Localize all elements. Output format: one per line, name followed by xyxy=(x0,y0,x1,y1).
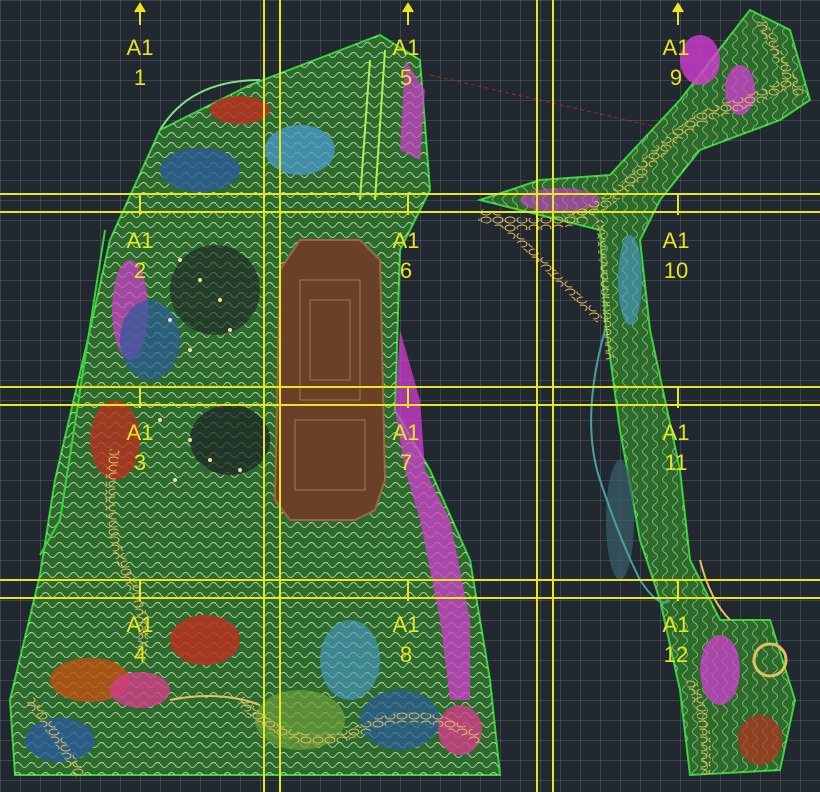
sheet-label-6: A1 6 xyxy=(386,226,426,286)
sheet-number: 12 xyxy=(663,642,689,667)
sheet-code: A1 xyxy=(392,612,420,637)
sheet-label-11: A1 11 xyxy=(656,418,696,478)
sheet-number: 11 xyxy=(664,450,688,475)
sheet-number: 3 xyxy=(133,450,147,475)
sheet-number: 5 xyxy=(399,65,413,90)
sheet-code: A1 xyxy=(126,420,154,445)
sheet-code: A1 xyxy=(126,228,154,253)
sheet-label-3: A1 3 xyxy=(120,418,160,478)
sheet-number: 7 xyxy=(399,450,413,475)
sheet-code: A1 xyxy=(392,228,420,253)
sheet-code: A1 xyxy=(662,228,690,253)
sheet-code: A1 xyxy=(662,35,690,60)
sheet-number: 10 xyxy=(663,258,689,283)
sheet-label-2: A1 2 xyxy=(120,226,160,286)
sheet-code: A1 xyxy=(392,35,420,60)
sheet-label-4: A1 4 xyxy=(120,610,160,670)
sheet-label-12: A1 12 xyxy=(656,610,696,670)
sheet-code: A1 xyxy=(662,612,690,637)
sheet-code: A1 xyxy=(662,420,690,445)
sheet-number: 4 xyxy=(133,642,147,667)
sheet-label-7: A1 7 xyxy=(386,418,426,478)
sheet-label-8: A1 8 xyxy=(386,610,426,670)
site-plan-drawing xyxy=(0,0,820,792)
sheet-code: A1 xyxy=(392,420,420,445)
sheet-code: A1 xyxy=(126,612,154,637)
sheet-label-9: A1 9 xyxy=(656,33,696,93)
sheet-number: 1 xyxy=(133,65,147,90)
sheet-number: 8 xyxy=(399,642,413,667)
sheet-label-1: A1 1 xyxy=(120,33,160,93)
sheet-label-10: A1 10 xyxy=(656,226,696,286)
sheet-label-5: A1 5 xyxy=(386,33,426,93)
sheet-number: 2 xyxy=(133,258,147,283)
sheet-number: 9 xyxy=(669,65,683,90)
sheet-code: A1 xyxy=(126,35,154,60)
cad-site-plan: A1 1 A1 2 A1 3 A1 4 A1 5 A1 6 A1 7 A1 8 … xyxy=(0,0,820,792)
sheet-number: 6 xyxy=(399,258,413,283)
